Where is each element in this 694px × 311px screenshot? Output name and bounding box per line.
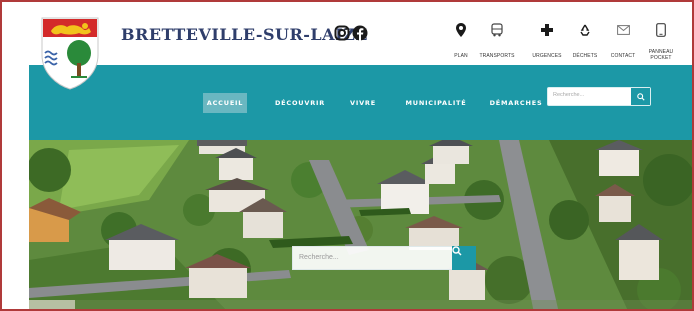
site-header: BRETTEVILLE-SUR-LAIZE PLAN TRANSPORTS UR… [29, 11, 692, 90]
browser-frame: BRETTEVILLE-SUR-LAIZE PLAN TRANSPORTS UR… [0, 0, 694, 311]
nav-item-decouvrir[interactable]: DÉCOUVRIR [269, 93, 331, 113]
envelope-icon [616, 25, 630, 35]
quick-link-transports[interactable]: TRANSPORTS [469, 21, 525, 59]
quick-link-label: PANNEAU POCKET [648, 49, 674, 61]
map-pin-icon [456, 23, 466, 37]
bus-icon [491, 23, 503, 37]
nav-item-municipalite[interactable]: MUNICIPALITÉ [401, 93, 471, 113]
hero-search-button[interactable] [452, 246, 476, 270]
hero-search-box[interactable]: Recherche... [292, 246, 476, 270]
recycle-icon [580, 24, 590, 36]
quick-link-label: PLAN [454, 53, 468, 59]
page: BRETTEVILLE-SUR-LAIZE PLAN TRANSPORTS UR… [29, 11, 692, 309]
coat-of-arms-icon[interactable] [39, 15, 101, 91]
quick-link-label: CONTACT [610, 53, 636, 59]
nav-item-vivre[interactable]: VIVRE [345, 93, 381, 113]
nav-search-input[interactable]: Recherche... [553, 92, 584, 98]
aerial-village-image [29, 140, 692, 309]
smartphone-icon [656, 23, 666, 37]
search-icon [636, 92, 645, 101]
quick-link-label: DÉCHETS [572, 53, 598, 59]
hero-search-input[interactable]: Recherche... [299, 254, 339, 261]
facebook-icon[interactable] [352, 25, 368, 41]
search-icon [452, 246, 462, 256]
hero-aerial-photo: Recherche... [29, 140, 692, 309]
instagram-icon[interactable] [334, 25, 350, 41]
nav-item-demarches[interactable]: DÉMARCHES [485, 93, 547, 113]
nav-item-accueil[interactable]: ACCUEIL [203, 93, 247, 113]
quick-link-panneau-pocket[interactable]: PANNEAU POCKET [633, 21, 689, 61]
nav-search-button[interactable] [630, 88, 650, 105]
site-title[interactable]: BRETTEVILLE-SUR-LAIZE [121, 25, 368, 44]
nav-search-box[interactable]: Recherche... [547, 87, 651, 106]
quick-link-label: TRANSPORTS [479, 53, 515, 59]
medical-cross-icon [541, 24, 553, 36]
